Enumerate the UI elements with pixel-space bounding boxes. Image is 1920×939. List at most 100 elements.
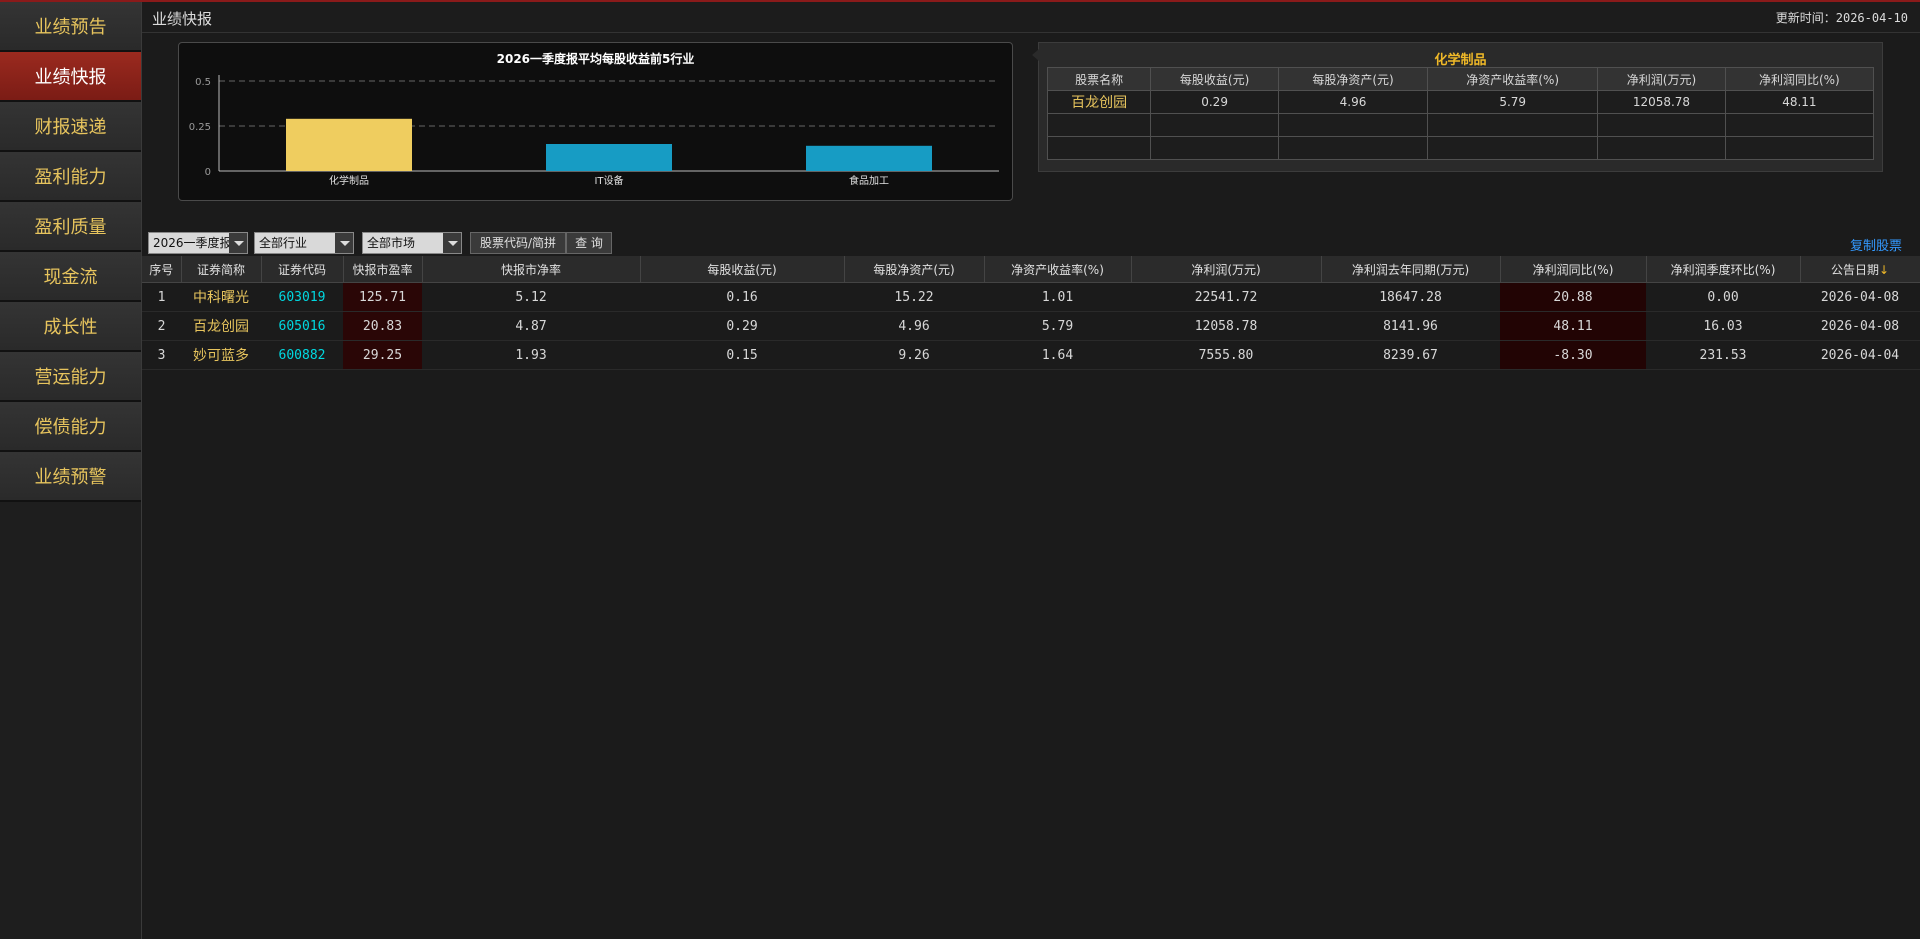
sidebar-item-yejiyujing[interactable]: 业绩预警 (0, 452, 141, 502)
cell-code[interactable]: 600882 (261, 340, 343, 370)
cell-yoy: 20.88 (1500, 282, 1646, 312)
table-row[interactable]: 1 中科曙光 603019 125.71 5.12 0.16 15.22 1.0… (142, 282, 1920, 312)
chart-svg: 2026一季度报平均每股收益前5行业 0 0.25 0.5 化学制品 IT设备 食品加工 (189, 51, 999, 187)
period-select[interactable]: 2026一季度报 (148, 232, 248, 254)
chart-bar (546, 144, 672, 171)
cell-date: 2026-04-08 (1800, 311, 1920, 341)
cell-date: 2026-04-08 (1800, 282, 1920, 312)
summary-cell (1150, 136, 1279, 160)
cell-bps: 4.96 (844, 311, 984, 341)
sidebar-item-changzhainengli[interactable]: 偿债能力 (0, 402, 141, 452)
cell-name[interactable]: 百龙创园 (181, 311, 261, 341)
summary-header-cell: 净资产收益率(%) (1427, 67, 1599, 91)
table-row[interactable]: 2 百龙创园 605016 20.83 4.87 0.29 4.96 5.79 … (142, 311, 1920, 341)
col-header-profit-last-year[interactable]: 净利润去年同期(万元) (1321, 256, 1501, 283)
summary-header-cell: 股票名称 (1046, 67, 1152, 91)
sidebar-item-chengzhangxing[interactable]: 成长性 (0, 302, 141, 352)
y-tick-label: 0.5 (195, 77, 211, 88)
summary-title: 化学制品 (1434, 53, 1487, 68)
cell-pe: 20.83 (343, 311, 422, 341)
cell-name[interactable]: 中科曙光 (181, 282, 261, 312)
col-header-date-label: 公告日期 (1830, 262, 1879, 277)
summary-cell (1597, 113, 1726, 137)
col-header-pb[interactable]: 快报市净率 (422, 256, 641, 283)
stock-code-search-button[interactable]: 股票代码/简拼 (470, 232, 566, 254)
summary-cell (1277, 113, 1429, 137)
summary-cell: 5.79 (1427, 90, 1599, 114)
summary-table: 股票名称 每股收益(元) 每股净资产(元) 净资产收益率(%) 净利润(万元) … (1046, 67, 1875, 160)
summary-row[interactable]: 百龙创园 0.29 4.96 5.79 12058.78 48.11 (1046, 90, 1875, 114)
market-select-value: 全部市场 (367, 236, 416, 250)
cell-profit-last-year: 18647.28 (1321, 282, 1500, 312)
col-header-code[interactable]: 证券代码 (261, 256, 344, 283)
cell-name[interactable]: 妙可蓝多 (181, 340, 261, 370)
sidebar-item-xianjinliu[interactable]: 现金流 (0, 252, 141, 302)
sidebar-item-yejiyugao[interactable]: 业绩预告 (0, 2, 141, 52)
industry-summary-panel: 化学制品 股票名称 每股收益(元) 每股净资产(元) 净资产收益率(%) 净利润… (1032, 42, 1883, 172)
chevron-down-icon[interactable] (229, 233, 247, 253)
col-header-profit[interactable]: 净利润(万元) (1131, 256, 1322, 283)
cell-bps: 15.22 (844, 282, 984, 312)
table-header-row: 序号 证券简称 证券代码 快报市盈率 快报市净率 每股收益(元) 每股净资产(元… (142, 256, 1920, 283)
x-tick-label: 化学制品 (329, 174, 369, 187)
page-header: 业绩快报 更新时间：2026-04-10 (142, 2, 1920, 33)
summary-cell (1724, 113, 1875, 137)
col-header-bps[interactable]: 每股净资产(元) (844, 256, 985, 283)
col-header-qoq[interactable]: 净利润季度环比(%) (1646, 256, 1801, 283)
sidebar-item-yingyunnengli[interactable]: 营运能力 (0, 352, 141, 402)
summary-header-cell: 每股收益(元) (1150, 67, 1279, 91)
cell-eps: 0.15 (640, 340, 844, 370)
chevron-down-icon[interactable] (443, 233, 461, 253)
query-button[interactable]: 查 询 (566, 232, 612, 254)
copy-stocks-link[interactable]: 复制股票 (1850, 235, 1902, 254)
cell-roe: 1.01 (984, 282, 1131, 312)
chart-bar (806, 145, 932, 171)
cell-roe: 1.64 (984, 340, 1131, 370)
sidebar-item-yejikuaibao[interactable]: 业绩快报 (0, 52, 141, 102)
cell-code[interactable]: 605016 (261, 311, 343, 341)
col-header-eps[interactable]: 每股收益(元) (640, 256, 845, 283)
industry-select[interactable]: 全部行业 (254, 232, 354, 254)
col-header-index[interactable]: 序号 (142, 256, 182, 283)
express-report-table: 序号 证券简称 证券代码 快报市盈率 快报市净率 每股收益(元) 每股净资产(元… (142, 256, 1920, 370)
col-header-roe[interactable]: 净资产收益率(%) (984, 256, 1132, 283)
cell-profit: 12058.78 (1131, 311, 1321, 341)
cell-index: 3 (142, 340, 181, 370)
y-tick-label: 0 (205, 167, 211, 178)
col-header-pe[interactable]: 快报市盈率 (343, 256, 423, 283)
table-row[interactable]: 3 妙可蓝多 600882 29.25 1.93 0.15 9.26 1.64 … (142, 340, 1920, 370)
cell-qoq: 231.53 (1646, 340, 1800, 370)
industry-eps-chart: 2026一季度报平均每股收益前5行业 0 0.25 0.5 化学制品 IT设备 食品加工 (178, 42, 1013, 201)
cell-profit: 7555.80 (1131, 340, 1321, 370)
panel-pointer (1032, 49, 1039, 61)
summary-header-cell: 每股净资产(元) (1277, 67, 1429, 91)
cell-bps: 9.26 (844, 340, 984, 370)
update-time: 更新时间：2026-04-10 (1775, 11, 1908, 25)
y-tick-label: 0.25 (189, 122, 211, 133)
sidebar-item-caibaosudi[interactable]: 财报速递 (0, 102, 141, 152)
period-select-value: 2026一季度报 (153, 236, 232, 250)
sort-down-icon[interactable]: ↓ (1879, 263, 1889, 277)
summary-cell (1427, 136, 1599, 160)
summary-cell (1046, 113, 1152, 137)
col-header-yoy[interactable]: 净利润同比(%) (1500, 256, 1647, 283)
sidebar-item-yinglinengli[interactable]: 盈利能力 (0, 152, 141, 202)
cell-profit-last-year: 8239.67 (1321, 340, 1500, 370)
cell-index: 1 (142, 282, 181, 312)
summary-header-cell: 净利润(万元) (1597, 67, 1726, 91)
cell-code[interactable]: 603019 (261, 282, 343, 312)
summary-cell (1597, 136, 1726, 160)
summary-cell (1046, 136, 1152, 160)
summary-cell: 12058.78 (1597, 90, 1726, 114)
sidebar-item-yinglizhiliang[interactable]: 盈利质量 (0, 202, 141, 252)
summary-cell (1427, 113, 1599, 137)
industry-select-value: 全部行业 (259, 236, 308, 250)
summary-header-cell: 净利润同比(%) (1724, 67, 1875, 91)
summary-cell (1277, 136, 1429, 160)
chevron-down-icon[interactable] (335, 233, 353, 253)
col-header-name[interactable]: 证券简称 (181, 256, 262, 283)
col-header-date[interactable]: 公告日期↓ (1800, 256, 1920, 283)
market-select[interactable]: 全部市场 (362, 232, 462, 254)
cell-pe: 125.71 (343, 282, 422, 312)
cell-pb: 5.12 (422, 282, 640, 312)
